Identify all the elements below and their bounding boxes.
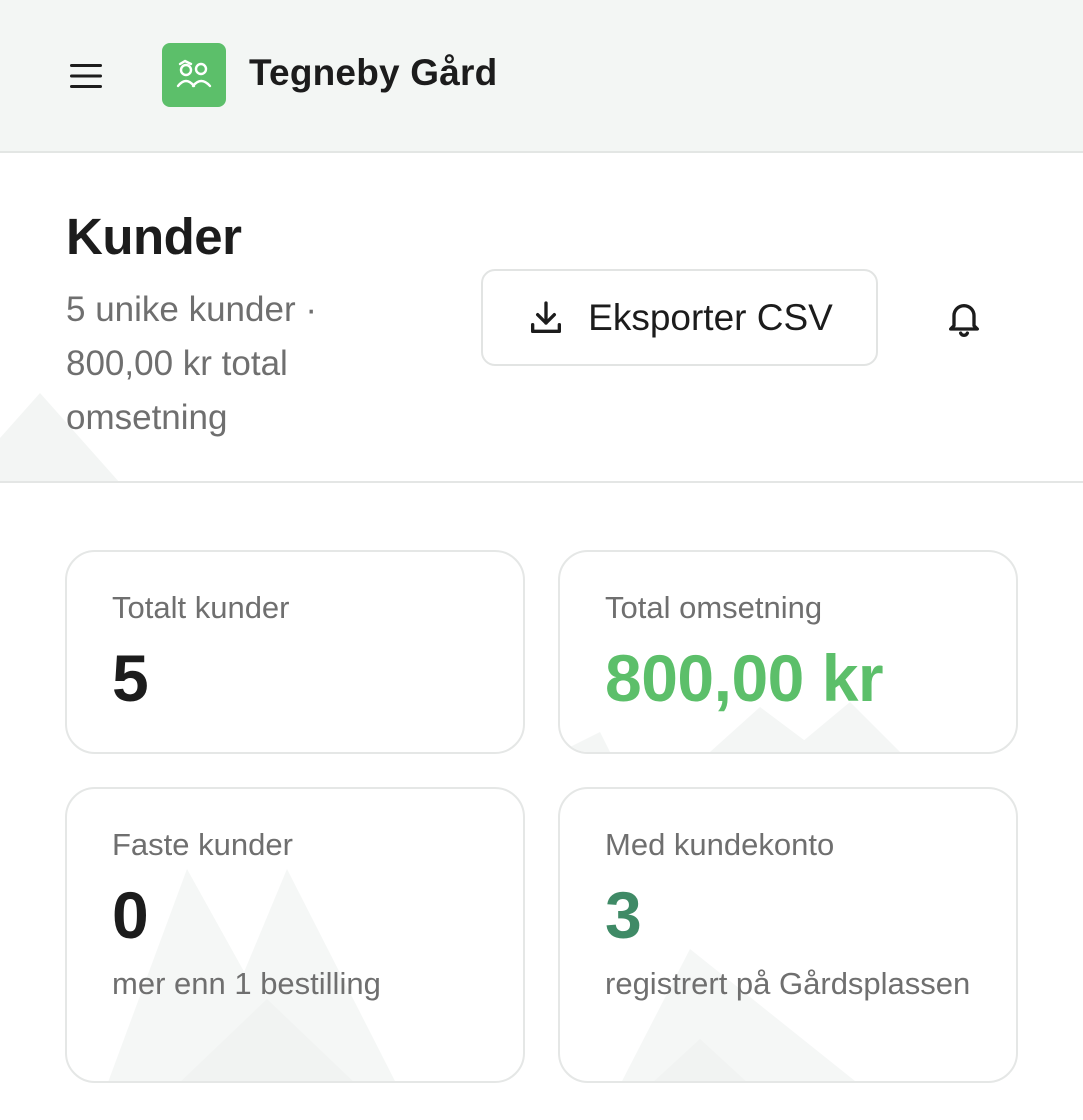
app-logo[interactable]: [162, 43, 226, 107]
stat-value: 5: [112, 641, 149, 715]
notifications-button[interactable]: [938, 293, 990, 345]
menu-icon: [70, 64, 102, 88]
top-app-bar: Tegneby Gård: [0, 0, 1083, 153]
stat-label: Totalt kunder: [112, 590, 290, 625]
stat-value: 3: [605, 878, 642, 952]
stat-value: 0: [112, 878, 149, 952]
farm-logo-icon: [176, 59, 212, 88]
stat-card-total-customers: Totalt kunder 5: [65, 550, 525, 754]
page-header: Kunder 5 unike kunder · 800,00 kr total …: [0, 155, 1083, 483]
export-csv-button[interactable]: Eksporter CSV: [481, 269, 878, 366]
page-subtitle: 5 unike kunder · 800,00 kr total omsetni…: [66, 290, 317, 437]
export-csv-label: Eksporter CSV: [588, 296, 833, 338]
stat-card-regular-customers: Faste kunder 0 mer enn 1 bestilling: [65, 787, 525, 1083]
stat-label: Total omsetning: [605, 590, 823, 625]
download-icon: [531, 300, 562, 333]
stat-label: Med kundekonto: [605, 827, 835, 862]
page-title: Kunder: [66, 208, 242, 265]
stat-label: Faste kunder: [112, 827, 293, 862]
stat-note: registrert på Gårdsplassen: [605, 966, 971, 1001]
menu-button[interactable]: [62, 52, 110, 100]
stat-card-with-account: Med kundekonto 3 registrert på Gårdsplas…: [558, 787, 1018, 1083]
app-brand-name: Tegneby Gård: [249, 52, 498, 93]
stat-value: 800,00 kr: [605, 641, 884, 715]
stat-card-total-revenue: Total omsetning 800,00 kr: [558, 550, 1018, 754]
stat-note: mer enn 1 bestilling: [112, 966, 381, 1001]
bell-icon: [949, 304, 979, 337]
